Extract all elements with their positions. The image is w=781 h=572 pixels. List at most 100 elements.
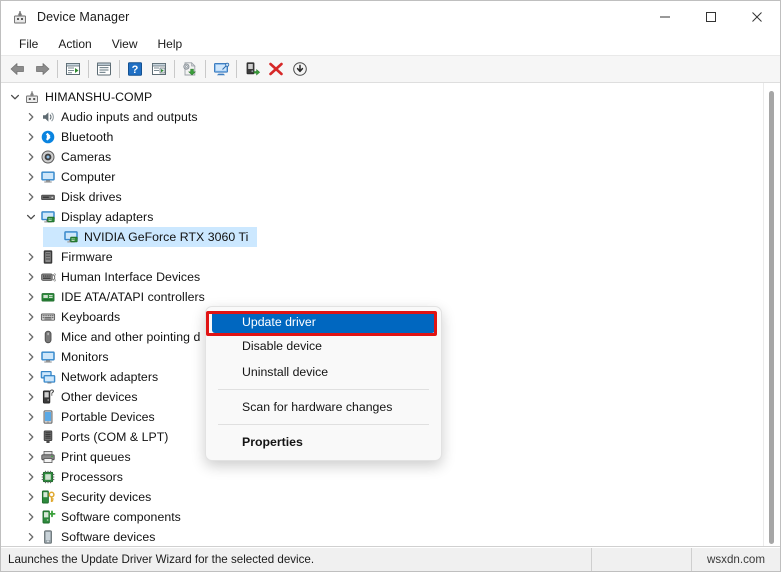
title-bar: Device Manager bbox=[1, 1, 780, 33]
context-menu-separator-2 bbox=[218, 424, 429, 425]
tree-item-label: Display adapters bbox=[61, 210, 153, 224]
camera-icon bbox=[39, 149, 57, 165]
tree-item[interactable]: Display adapters bbox=[1, 207, 763, 227]
tree-item[interactable]: NVIDIA GeForce RTX 3060 Ti bbox=[1, 227, 763, 247]
tree-item[interactable]: Audio inputs and outputs bbox=[1, 107, 763, 127]
toolbar-separator-1 bbox=[57, 60, 58, 78]
menu-view[interactable]: View bbox=[102, 35, 148, 54]
uninstall-device-icon[interactable] bbox=[264, 57, 288, 81]
status-bar: Launches the Update Driver Wizard for th… bbox=[1, 547, 780, 571]
tree-item[interactable]: Security devices bbox=[1, 487, 763, 507]
status-message: Launches the Update Driver Wizard for th… bbox=[1, 548, 592, 571]
watermark: wsxdn.com bbox=[692, 548, 780, 571]
toolbar: ? bbox=[1, 56, 780, 83]
update-driver-icon[interactable] bbox=[178, 57, 202, 81]
chevron-right-icon[interactable] bbox=[23, 112, 39, 122]
disable-device-icon[interactable] bbox=[288, 57, 312, 81]
chevron-right-icon[interactable] bbox=[23, 372, 39, 382]
tree-item-label: Software components bbox=[61, 510, 181, 524]
chevron-right-icon[interactable] bbox=[23, 472, 39, 482]
menu-file[interactable]: File bbox=[9, 35, 48, 54]
tree-item[interactable]: Cameras bbox=[1, 147, 763, 167]
tree-item-label: Human Interface Devices bbox=[61, 270, 200, 284]
chevron-right-icon[interactable] bbox=[23, 132, 39, 142]
context-menu-item-update-driver[interactable]: Update driver bbox=[212, 311, 435, 333]
chevron-right-icon[interactable] bbox=[23, 412, 39, 422]
tree-item[interactable]: Firmware bbox=[1, 247, 763, 267]
chevron-right-icon[interactable] bbox=[23, 292, 39, 302]
chevron-down-icon[interactable] bbox=[7, 92, 23, 102]
ide-controller-icon bbox=[39, 289, 57, 305]
context-menu-item-disable-device[interactable]: Disable device bbox=[206, 333, 441, 359]
enable-device-icon[interactable] bbox=[240, 57, 264, 81]
toolbar-separator-6 bbox=[236, 60, 237, 78]
chevron-right-icon[interactable] bbox=[23, 252, 39, 262]
context-menu-item-properties[interactable]: Properties bbox=[206, 429, 441, 455]
show-hide-action-pane-icon[interactable] bbox=[147, 57, 171, 81]
close-button[interactable] bbox=[734, 1, 780, 33]
chevron-right-icon[interactable] bbox=[23, 392, 39, 402]
tree-item-label: Ports (COM & LPT) bbox=[61, 430, 168, 444]
menu-bar: File Action View Help bbox=[1, 33, 780, 56]
context-menu-item-update-driver-wrap: Update driver bbox=[206, 311, 441, 333]
menu-action[interactable]: Action bbox=[48, 35, 101, 54]
chevron-right-icon[interactable] bbox=[23, 432, 39, 442]
tree-item-label: Software devices bbox=[61, 530, 155, 544]
tree-item-label: Monitors bbox=[61, 350, 109, 364]
tree-item[interactable]: Human Interface Devices bbox=[1, 267, 763, 287]
firmware-icon bbox=[39, 249, 57, 265]
printer-icon bbox=[39, 449, 57, 465]
context-menu-separator-1 bbox=[218, 389, 429, 390]
chevron-right-icon[interactable] bbox=[23, 332, 39, 342]
tree-item[interactable]: IDE ATA/ATAPI controllers bbox=[1, 287, 763, 307]
tree-item-label: Disk drives bbox=[61, 190, 122, 204]
maximize-button[interactable] bbox=[688, 1, 734, 33]
monitor-icon bbox=[39, 169, 57, 185]
title-bar-left: Device Manager bbox=[1, 9, 129, 25]
forward-icon[interactable] bbox=[30, 57, 54, 81]
toolbar-separator-5 bbox=[205, 60, 206, 78]
chevron-right-icon[interactable] bbox=[23, 272, 39, 282]
window-controls bbox=[642, 1, 780, 33]
tree-item[interactable]: Processors bbox=[1, 467, 763, 487]
tree-item[interactable]: Computer bbox=[1, 167, 763, 187]
mouse-icon bbox=[39, 329, 57, 345]
tree-item-label: Mice and other pointing d bbox=[61, 330, 200, 344]
chevron-right-icon[interactable] bbox=[23, 492, 39, 502]
tree-item-label: Computer bbox=[61, 170, 115, 184]
menu-help[interactable]: Help bbox=[148, 35, 193, 54]
security-device-icon bbox=[39, 489, 57, 505]
chevron-right-icon[interactable] bbox=[23, 452, 39, 462]
scrollbar-thumb[interactable] bbox=[769, 91, 774, 544]
chevron-right-icon[interactable] bbox=[23, 352, 39, 362]
show-hide-console-tree-icon[interactable] bbox=[61, 57, 85, 81]
tree-item[interactable]: Bluetooth bbox=[1, 127, 763, 147]
tree-item-label: Firmware bbox=[61, 250, 113, 264]
help-icon[interactable]: ? bbox=[123, 57, 147, 81]
minimize-button[interactable] bbox=[642, 1, 688, 33]
chevron-right-icon[interactable] bbox=[23, 512, 39, 522]
chevron-down-icon[interactable] bbox=[23, 212, 39, 222]
tree-item-label: Bluetooth bbox=[61, 130, 113, 144]
tree-item[interactable]: HIMANSHU-COMP bbox=[1, 87, 763, 107]
context-menu-item-uninstall-device[interactable]: Uninstall device bbox=[206, 359, 441, 385]
chevron-right-icon[interactable] bbox=[23, 152, 39, 162]
disk-drive-icon bbox=[39, 189, 57, 205]
chevron-right-icon[interactable] bbox=[23, 312, 39, 322]
scan-for-hardware-changes-icon[interactable] bbox=[209, 57, 233, 81]
software-device-icon bbox=[39, 529, 57, 545]
context-menu-item-scan-for-hardware-changes[interactable]: Scan for hardware changes bbox=[206, 394, 441, 420]
chevron-right-icon[interactable] bbox=[23, 192, 39, 202]
tree-item[interactable]: Software devices bbox=[1, 527, 763, 546]
chevron-right-icon[interactable] bbox=[23, 172, 39, 182]
tree-item[interactable]: Software components bbox=[1, 507, 763, 527]
vertical-scrollbar[interactable] bbox=[763, 83, 780, 546]
tree-item-label: Security devices bbox=[61, 490, 151, 504]
keyboard-icon bbox=[39, 309, 57, 325]
back-icon[interactable] bbox=[6, 57, 30, 81]
properties-icon[interactable] bbox=[92, 57, 116, 81]
tree-item-label: Processors bbox=[61, 470, 123, 484]
tree-item[interactable]: Disk drives bbox=[1, 187, 763, 207]
chevron-right-icon[interactable] bbox=[23, 532, 39, 542]
toolbar-separator-3 bbox=[119, 60, 120, 78]
